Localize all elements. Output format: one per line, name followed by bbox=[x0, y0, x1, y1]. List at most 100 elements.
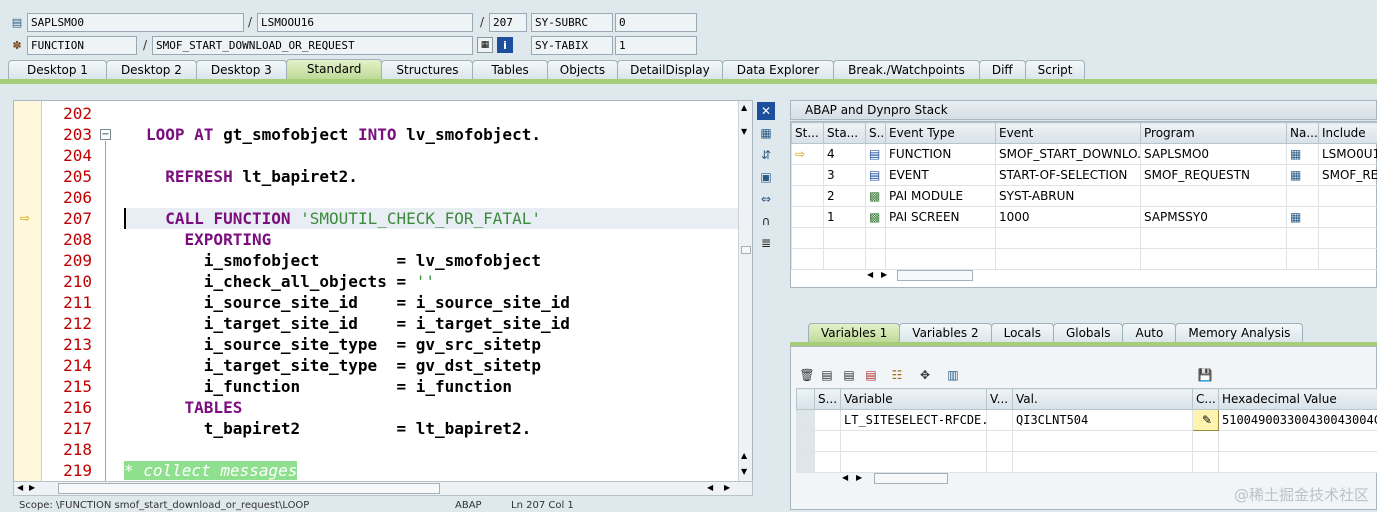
col-header[interactable]: Hexadecimal Value bbox=[1219, 389, 1377, 410]
tab-globals[interactable]: Globals bbox=[1053, 323, 1124, 343]
table-row[interactable]: LT_SITESELECT-RFCDE... QI3CLNT504 ✎ 5100… bbox=[797, 410, 1377, 431]
scroll-up-icon[interactable]: ▲ bbox=[741, 103, 747, 112]
navigate-icon[interactable]: ▦ bbox=[477, 37, 493, 53]
table-row[interactable]: 3 ▤ EVENT START-OF-SELECTION SMOF_REQUES… bbox=[792, 165, 1377, 186]
breakpoint-gutter[interactable]: ⇨ bbox=[14, 101, 42, 484]
editor-vertical-scrollbar[interactable]: ▲ ▼ ▲ ▼ bbox=[738, 101, 752, 484]
tab-structures[interactable]: Structures bbox=[381, 60, 473, 80]
editor-horizontal-scrollbar[interactable]: ◀ ▶ ◀ ▶ bbox=[13, 481, 753, 496]
col-header[interactable]: Event Type bbox=[886, 123, 996, 144]
code-line[interactable]: i_smofobject = lv_smofobject bbox=[146, 250, 541, 271]
navigate-icon[interactable]: ▦ bbox=[1287, 207, 1319, 228]
change-icon[interactable]: ✎ bbox=[1193, 410, 1219, 431]
col-header[interactable]: Program bbox=[1141, 123, 1287, 144]
tab-variables-2[interactable]: Variables 2 bbox=[899, 323, 991, 343]
tab-script[interactable]: Script bbox=[1025, 60, 1086, 80]
col-header[interactable]: Include bbox=[1319, 123, 1377, 144]
code-line[interactable]: t_bapiret2 = lt_bapiret2. bbox=[146, 418, 531, 439]
scroll-down-icon[interactable]: ▼ bbox=[741, 127, 747, 136]
code-line[interactable]: i_target_site_id = i_target_site_id bbox=[146, 313, 570, 334]
col-header[interactable]: S... bbox=[866, 123, 886, 144]
tab-diff[interactable]: Diff bbox=[979, 60, 1026, 80]
event-field[interactable]: SMOF_START_DOWNLOAD_OR_REQUEST bbox=[152, 36, 473, 55]
scroll-left-icon[interactable]: ◀ bbox=[707, 483, 713, 492]
scroll-left-icon[interactable]: ◀ bbox=[842, 473, 848, 482]
program-field[interactable]: SAPLSMO0 bbox=[27, 13, 244, 32]
goto-icon[interactable]: ▥ bbox=[944, 366, 962, 384]
code-line[interactable]: i_check_all_objects = '' bbox=[146, 271, 435, 292]
tab-tables[interactable]: Tables bbox=[472, 60, 547, 80]
stack-horizontal-scrollbar[interactable]: ◀ ▶ bbox=[865, 269, 975, 283]
new-tool-icon[interactable]: ▦ bbox=[757, 124, 775, 142]
tab-standard[interactable]: Standard bbox=[286, 59, 383, 80]
col-header[interactable]: V... bbox=[987, 389, 1013, 410]
tab-memory-analysis[interactable]: Memory Analysis bbox=[1175, 323, 1303, 343]
scroll-thumb[interactable] bbox=[58, 483, 440, 494]
col-header[interactable]: Variable bbox=[841, 389, 987, 410]
code-line[interactable]: i_target_site_type = gv_dst_sitetp bbox=[146, 355, 541, 376]
scroll-down-icon[interactable]: ▼ bbox=[741, 467, 747, 476]
scroll-up-icon[interactable]: ▲ bbox=[741, 451, 747, 460]
col-header[interactable]: Na... bbox=[1287, 123, 1319, 144]
tab-locals[interactable]: Locals bbox=[991, 323, 1054, 343]
delete-icon[interactable]: 🗑 bbox=[798, 366, 816, 384]
scroll-thumb[interactable] bbox=[741, 246, 751, 254]
table-row[interactable] bbox=[797, 431, 1377, 452]
tab-objects[interactable]: Objects bbox=[547, 60, 618, 80]
maximize-icon[interactable]: ▣ bbox=[757, 168, 775, 186]
collapse-icon[interactable]: − bbox=[100, 129, 111, 140]
row-selector[interactable] bbox=[797, 452, 815, 473]
col-header[interactable]: Val. bbox=[1013, 389, 1193, 410]
move-icon[interactable]: ✥ bbox=[916, 366, 934, 384]
scroll-right-icon[interactable]: ▶ bbox=[29, 483, 35, 492]
code-line[interactable]: EXPORTING bbox=[146, 229, 271, 250]
variable-name[interactable]: LT_SITESELECT-RFCDE... bbox=[841, 410, 987, 431]
col-header[interactable]: S... bbox=[815, 389, 841, 410]
export-icon[interactable]: ▤ bbox=[862, 366, 880, 384]
code-line[interactable]: i_source_site_id = i_source_site_id bbox=[146, 292, 570, 313]
scroll-left-icon[interactable]: ◀ bbox=[867, 270, 873, 279]
save-list-icon[interactable]: ▤ bbox=[840, 366, 858, 384]
scroll-thumb[interactable] bbox=[874, 473, 948, 484]
tab-desktop-1[interactable]: Desktop 1 bbox=[8, 60, 107, 80]
code-line[interactable]: LOOP AT gt_smofobject INTO lv_smofobject… bbox=[146, 124, 541, 145]
tab-auto[interactable]: Auto bbox=[1122, 323, 1176, 343]
scroll-thumb[interactable] bbox=[897, 270, 973, 281]
tab-variables-1[interactable]: Variables 1 bbox=[808, 323, 900, 343]
code-line[interactable]: REFRESH lt_bapiret2. bbox=[146, 166, 358, 187]
navigate-icon[interactable]: ▦ bbox=[1287, 165, 1319, 186]
scroll-right-icon[interactable]: ▶ bbox=[856, 473, 862, 482]
services-icon[interactable]: ≣ bbox=[757, 234, 775, 252]
tab-data-explorer[interactable]: Data Explorer bbox=[722, 60, 834, 80]
include-field[interactable]: LSMOOU16 bbox=[257, 13, 473, 32]
code-line[interactable]: TABLES bbox=[146, 397, 242, 418]
event-type-field[interactable]: FUNCTION bbox=[27, 36, 137, 55]
tab-detail-display[interactable]: DetailDisplay bbox=[617, 60, 723, 80]
code-line[interactable]: i_source_site_type = gv_src_sitetp bbox=[146, 334, 541, 355]
variable-value[interactable]: QI3CLNT504 bbox=[1013, 410, 1193, 431]
info-icon[interactable]: i bbox=[497, 37, 513, 53]
tab-desktop-3[interactable]: Desktop 3 bbox=[196, 60, 287, 80]
table-row[interactable]: ⇨ 4 ▤ FUNCTION SMOF_START_DOWNLO... SAPL… bbox=[792, 144, 1377, 165]
tab-breakpoints[interactable]: Break./Watchpoints bbox=[833, 60, 980, 80]
scroll-left-icon[interactable]: ◀ bbox=[17, 483, 23, 492]
row-selector[interactable] bbox=[797, 431, 815, 452]
col-header[interactable]: St... bbox=[792, 123, 824, 144]
scroll-right-icon[interactable]: ▶ bbox=[724, 483, 730, 492]
code-line[interactable]: i_function = i_function bbox=[146, 376, 512, 397]
load-icon[interactable]: ▤ bbox=[818, 366, 836, 384]
navigate-icon[interactable]: ▦ bbox=[1287, 144, 1319, 165]
col-header[interactable]: Sta... bbox=[824, 123, 866, 144]
hierarchy-icon[interactable]: ☷ bbox=[888, 366, 906, 384]
sy-tabix-value[interactable]: 1 bbox=[615, 36, 697, 55]
col-header[interactable]: Event bbox=[996, 123, 1141, 144]
col-header[interactable]: C... bbox=[1193, 389, 1219, 410]
scroll-right-icon[interactable]: ▶ bbox=[881, 270, 887, 279]
variables-horizontal-scrollbar[interactable]: ◀ ▶ bbox=[840, 472, 950, 486]
row-selector-header[interactable] bbox=[797, 389, 815, 410]
save-icon[interactable]: 💾 bbox=[1196, 366, 1214, 384]
code-line[interactable]: CALL FUNCTION 'SMOUTIL_CHECK_FOR_FATAL' bbox=[146, 208, 541, 229]
source-editor[interactable]: ⇨ 20220320420520620720820921021121221321… bbox=[13, 100, 753, 485]
headset-icon[interactable]: ∩ bbox=[757, 212, 775, 230]
close-icon[interactable]: ✕ bbox=[757, 102, 775, 120]
